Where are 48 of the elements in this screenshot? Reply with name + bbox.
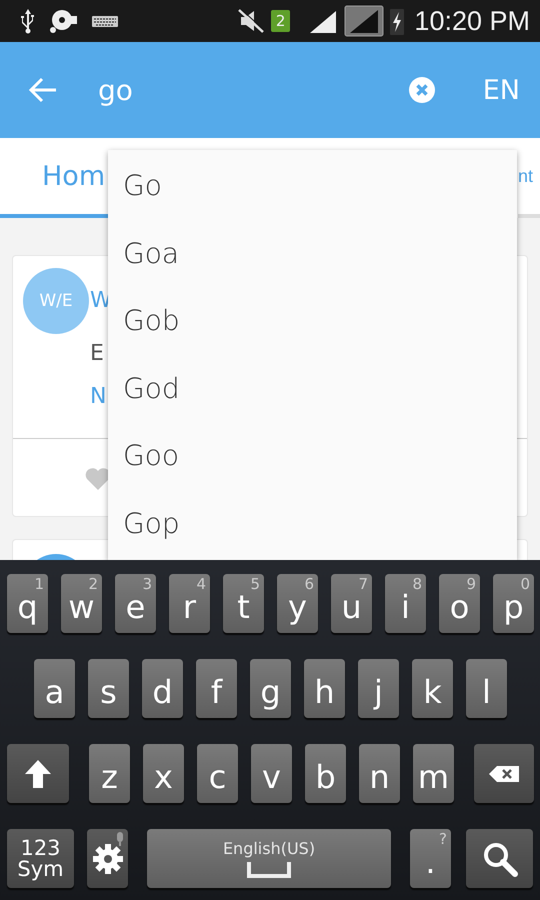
suggestion-item[interactable]: God [108, 354, 517, 422]
settings-key[interactable] [87, 829, 128, 888]
battery-charging-icon [390, 7, 404, 35]
settings-icon [92, 842, 124, 874]
letter-key[interactable]: m [413, 744, 454, 803]
period-key[interactable]: ? . [410, 829, 451, 888]
signal-icon [344, 5, 384, 37]
letter-key[interactable]: d [142, 659, 183, 718]
letter-key[interactable]: b [305, 744, 346, 803]
letter-key[interactable]: v [251, 744, 292, 803]
letter-key[interactable]: c [197, 744, 238, 803]
clock: 10:20 PM [414, 6, 530, 36]
suggestion-item[interactable]: Go [108, 152, 517, 220]
letter-key[interactable]: a [34, 659, 75, 718]
clear-icon [408, 77, 435, 103]
letter-key[interactable]: g [250, 659, 291, 718]
microphone-icon [116, 832, 124, 846]
suggestion-item[interactable]: Gop [108, 490, 517, 557]
symbols-key[interactable]: 123 Sym [7, 829, 74, 888]
keyboard-icon [92, 14, 118, 28]
letter-key[interactable]: j [358, 659, 399, 718]
backspace-key[interactable] [474, 744, 534, 803]
signal-icon [308, 9, 338, 33]
letter-key[interactable]: l [466, 659, 507, 718]
letter-key[interactable]: n [359, 744, 400, 803]
space-bar-icon [247, 862, 291, 878]
sim-badge: 2 [270, 10, 290, 32]
letter-key[interactable]: f [196, 659, 237, 718]
usb-icon [20, 8, 36, 34]
backspace-icon [488, 764, 520, 782]
suggestion-item[interactable]: Goo [108, 422, 517, 490]
card-subtitle: E [90, 341, 104, 366]
letter-key[interactable]: x [143, 744, 184, 803]
voicemail-icon [48, 8, 80, 34]
search-icon [482, 840, 518, 876]
space-key[interactable]: English(US) [147, 829, 391, 888]
mute-icon [236, 8, 265, 34]
shift-arrow-icon [24, 758, 52, 788]
avatar: W/E [23, 268, 89, 334]
back-arrow-icon [28, 77, 58, 103]
suggestion-item[interactable]: Gob [108, 287, 517, 354]
search-key[interactable] [466, 829, 533, 888]
letter-key[interactable]: z [89, 744, 130, 803]
letter-key[interactable]: h [304, 659, 345, 718]
letter-key[interactable]: k [412, 659, 453, 718]
shift-key[interactable] [7, 744, 69, 803]
suggestion-item[interactable]: Goa [108, 220, 517, 287]
letter-key[interactable]: s [88, 659, 129, 718]
